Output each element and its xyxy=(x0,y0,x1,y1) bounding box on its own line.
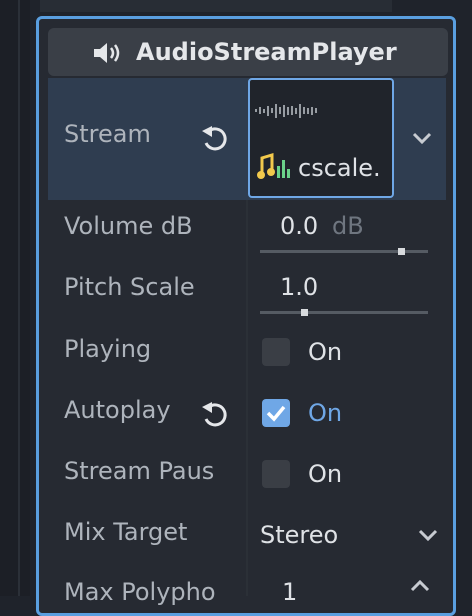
pitch-label: Pitch Scale xyxy=(64,273,195,301)
column-divider xyxy=(246,200,248,596)
volume-label: Volume dB xyxy=(64,212,193,240)
stream-resource-preview[interactable]: cscale. xyxy=(248,78,394,198)
mix-target-value[interactable]: Stereo xyxy=(260,521,338,549)
chevron-up-icon[interactable] xyxy=(408,576,432,600)
autoplay-checkbox[interactable] xyxy=(262,399,290,427)
autoplay-label: Autoplay xyxy=(64,396,171,424)
playing-on-text[interactable]: On xyxy=(308,338,342,366)
component-header: AudioStreamPlayer xyxy=(48,28,448,76)
stream-label: Stream xyxy=(64,120,151,148)
mix-target-label: Mix Target xyxy=(64,518,188,546)
stream-paused-checkbox[interactable] xyxy=(262,460,290,488)
gutter-line xyxy=(18,0,20,596)
stream-file-name: cscale. xyxy=(298,154,381,182)
speaker-icon xyxy=(92,40,124,70)
top-strip xyxy=(40,0,392,12)
volume-value[interactable]: 0.0 xyxy=(280,212,318,240)
max-polyphony-value[interactable]: 1 xyxy=(282,578,297,606)
chevron-down-icon[interactable] xyxy=(416,525,440,549)
chevron-down-icon[interactable] xyxy=(410,128,434,152)
playing-checkbox[interactable] xyxy=(262,338,290,366)
pitch-value[interactable]: 1.0 xyxy=(280,273,318,301)
revert-icon[interactable] xyxy=(200,124,230,156)
audio-file-icon xyxy=(256,152,292,186)
pitch-slider-knob[interactable] xyxy=(300,309,308,316)
volume-unit: dB xyxy=(332,212,364,240)
autoplay-on-text[interactable]: On xyxy=(308,399,342,427)
checkmark-icon xyxy=(262,405,290,431)
stream-paused-label: Stream Paus xyxy=(64,457,215,485)
waveform-icon xyxy=(252,98,322,126)
stream-paused-on-text[interactable]: On xyxy=(308,460,342,488)
playing-label: Playing xyxy=(64,335,152,363)
left-gutter xyxy=(0,0,30,596)
revert-icon[interactable] xyxy=(200,400,230,432)
max-polyphony-label: Max Polypho xyxy=(64,578,216,606)
component-title: AudioStreamPlayer xyxy=(136,38,397,66)
volume-slider-knob[interactable] xyxy=(398,248,406,255)
pitch-slider[interactable] xyxy=(260,311,428,314)
